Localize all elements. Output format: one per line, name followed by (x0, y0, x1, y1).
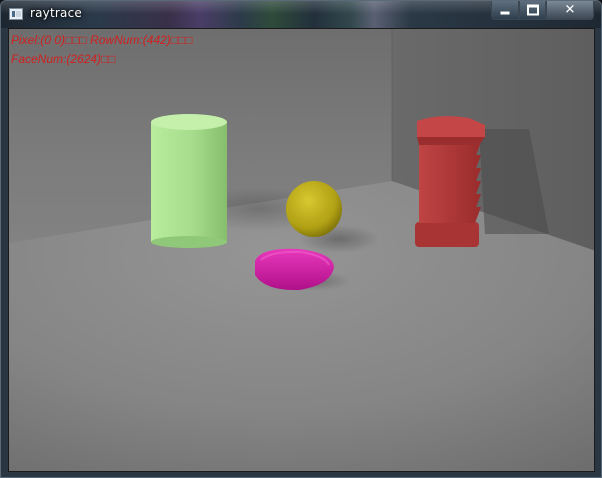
maximize-icon (526, 4, 539, 16)
cylinder (151, 114, 227, 248)
stacked-tower (415, 116, 485, 247)
app-window: raytrace ✕ Pixel:(0 0)□□□ RowNum:(442)□□… (0, 0, 602, 478)
sphere (286, 181, 342, 237)
window-title: raytrace (30, 6, 82, 20)
minimize-button[interactable] (491, 1, 519, 20)
title-bar[interactable]: raytrace ✕ (1, 1, 601, 28)
render-viewport[interactable]: Pixel:(0 0)□□□ RowNum:(442)□□□ FaceNum:(… (8, 28, 595, 472)
close-button[interactable]: ✕ (546, 1, 594, 20)
close-icon: ✕ (564, 2, 576, 18)
rendered-scene (9, 29, 594, 471)
maximize-button[interactable] (519, 1, 546, 20)
app-icon[interactable] (9, 8, 23, 20)
face-count-text: FaceNum:(2624)□□ (11, 52, 116, 66)
pixel-info-text: Pixel:(0 0)□□□ RowNum:(442)□□□ (11, 33, 193, 47)
minimize-icon (500, 11, 510, 15)
